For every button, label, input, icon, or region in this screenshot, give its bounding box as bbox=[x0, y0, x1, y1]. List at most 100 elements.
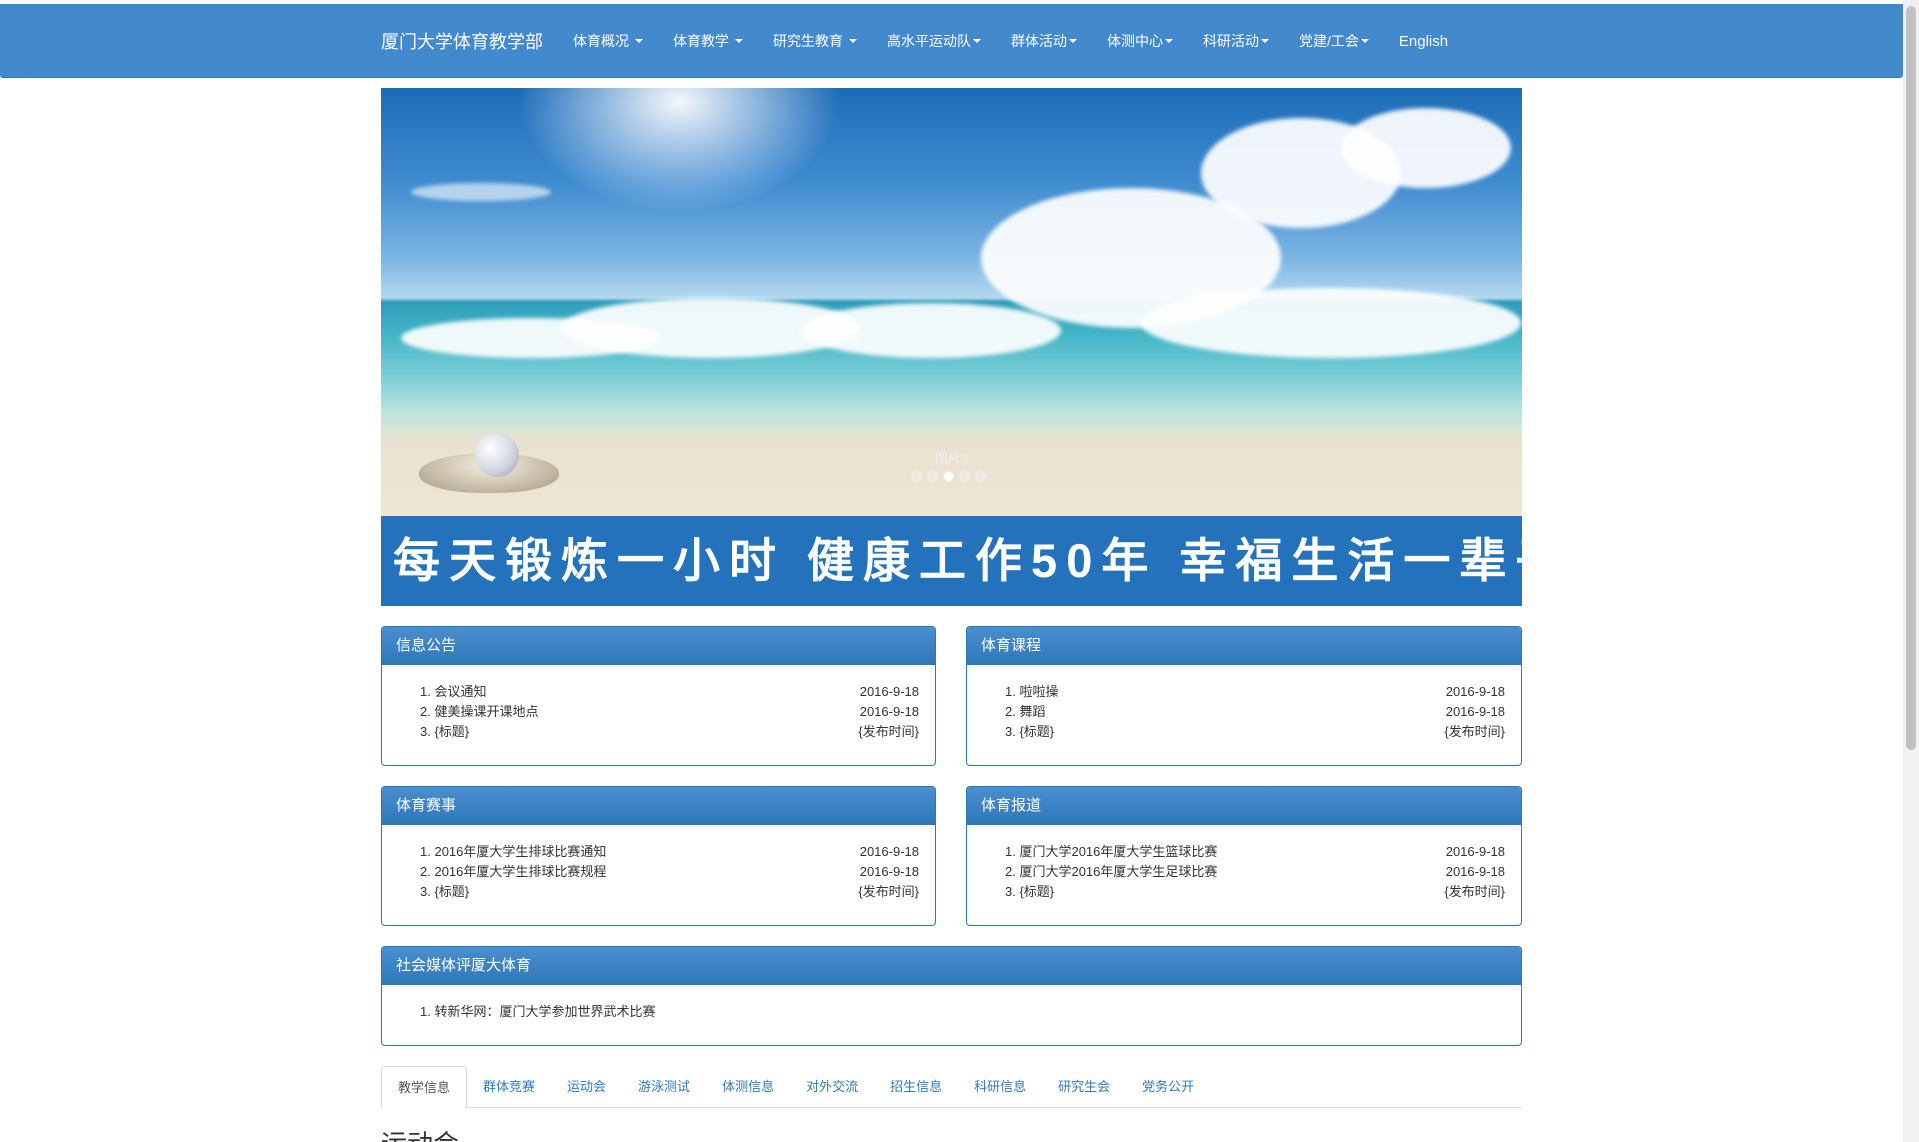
tab-party-affairs[interactable]: 党务公开 bbox=[1126, 1066, 1210, 1108]
item-date: {发布时间} bbox=[1444, 884, 1505, 899]
site-brand-link[interactable]: 厦门大学体育教学部 bbox=[381, 28, 543, 54]
tab-external-exchange[interactable]: 对外交流 bbox=[790, 1066, 874, 1108]
top-navbar: 厦门大学体育教学部 体育概况 体育教学 研究生教育 高水平运动队 群体活动 体测… bbox=[0, 4, 1903, 78]
item-title: 厦门大学2016年厦大学生篮球比赛 bbox=[1019, 844, 1218, 859]
nav-item-label: 体测中心 bbox=[1107, 33, 1163, 49]
section-title: 运动会 bbox=[381, 1124, 459, 1142]
cloud-shape bbox=[1341, 108, 1511, 188]
list-item: 2. 厦门大学2016年厦大学生足球比赛 2016-9-18 bbox=[983, 862, 1505, 882]
nav-item-overview[interactable]: 体育概况 bbox=[573, 31, 643, 51]
nav-item-graduate[interactable]: 研究生教育 bbox=[773, 31, 857, 51]
caret-down-icon bbox=[973, 39, 981, 43]
tab-swim-test[interactable]: 游泳测试 bbox=[622, 1066, 706, 1108]
caret-down-icon bbox=[635, 39, 643, 43]
tab-sports-meet[interactable]: 运动会 bbox=[551, 1066, 622, 1108]
list-item: 2. 2016年厦大学生排球比赛规程 2016-9-18 bbox=[398, 862, 919, 882]
list-item: 1. 厦门大学2016年厦大学生篮球比赛 2016-9-18 bbox=[983, 842, 1505, 862]
item-date: 2016-9-18 bbox=[1445, 864, 1505, 879]
list-item: 3. {标题} {发布时间} bbox=[398, 722, 919, 742]
carousel-dot[interactable] bbox=[927, 471, 938, 482]
carousel-dot[interactable] bbox=[959, 471, 970, 482]
carousel-dot[interactable] bbox=[911, 471, 922, 482]
item-title: 转新华网：厦门大学参加世界武术比赛 bbox=[434, 1004, 656, 1019]
nav-inner: 厦门大学体育教学部 体育概况 体育教学 研究生教育 高水平运动队 群体活动 体测… bbox=[381, 4, 1478, 78]
panel-body: 1. 2016年厦大学生排球比赛通知 2016-9-18 2. 2016年厦大学生… bbox=[382, 825, 935, 902]
cloud-shape bbox=[1141, 288, 1521, 358]
panel-title: 体育课程 bbox=[967, 627, 1521, 665]
nav-item-label: 科研活动 bbox=[1203, 33, 1259, 49]
list-item: 3. {标题} {发布时间} bbox=[983, 882, 1505, 902]
cloud-shape bbox=[411, 183, 551, 201]
item-title: {标题} bbox=[434, 884, 470, 899]
list-item: 3. {标题} {发布时间} bbox=[983, 722, 1505, 742]
tab-research-info[interactable]: 科研信息 bbox=[958, 1066, 1042, 1108]
item-link[interactable]: 1. 厦门大学2016年厦大学生篮球比赛 bbox=[983, 842, 1217, 862]
panel-title: 体育赛事 bbox=[382, 787, 935, 825]
nav-item-english[interactable]: English bbox=[1399, 33, 1448, 50]
item-link[interactable]: 3. {标题} bbox=[983, 882, 1054, 902]
item-link[interactable]: 2. 舞蹈 bbox=[983, 702, 1045, 722]
panel-body: 1. 会议通知 2016-9-18 2. 健美操课开课地点 2016-9-18 3.… bbox=[382, 665, 935, 742]
carousel-dot[interactable] bbox=[975, 471, 986, 482]
list-item: 1. 转新华网：厦门大学参加世界武术比赛 bbox=[398, 1002, 1505, 1022]
item-link[interactable]: 1. 转新华网：厦门大学参加世界武术比赛 bbox=[398, 1002, 655, 1022]
list-item: 2. 舞蹈 2016-9-18 bbox=[983, 702, 1505, 722]
nav-item-high-level-teams[interactable]: 高水平运动队 bbox=[887, 31, 981, 51]
scrollbar-thumb[interactable] bbox=[1906, 6, 1916, 750]
caret-down-icon bbox=[1069, 39, 1077, 43]
item-link[interactable]: 1. 2016年厦大学生排球比赛通知 bbox=[398, 842, 606, 862]
item-date: 2016-9-18 bbox=[1445, 684, 1505, 699]
item-date: {发布时间} bbox=[858, 724, 919, 739]
nav-item-label: 研究生教育 bbox=[773, 33, 843, 49]
item-title: 厦门大学2016年厦大学生足球比赛 bbox=[1019, 864, 1218, 879]
item-link[interactable]: 3. {标题} bbox=[398, 722, 469, 742]
panel-title: 社会媒体评厦大体育 bbox=[382, 947, 1521, 985]
nav-item-research[interactable]: 科研活动 bbox=[1203, 31, 1269, 51]
item-link[interactable]: 2. 2016年厦大学生排球比赛规程 bbox=[398, 862, 606, 882]
item-date: 2016-9-18 bbox=[859, 684, 919, 699]
nav-item-label: 体育教学 bbox=[673, 33, 729, 49]
panel-body: 1. 转新华网：厦门大学参加世界武术比赛 bbox=[382, 985, 1521, 1022]
item-link[interactable]: 3. {标题} bbox=[398, 882, 469, 902]
item-title: {标题} bbox=[1019, 884, 1055, 899]
nav-item-fitness-center[interactable]: 体测中心 bbox=[1107, 31, 1173, 51]
item-link[interactable]: 2. 厦门大学2016年厦大学生足球比赛 bbox=[983, 862, 1217, 882]
tab-graduate-union[interactable]: 研究生会 bbox=[1042, 1066, 1126, 1108]
hero-carousel[interactable]: 图片3 bbox=[381, 88, 1522, 516]
caret-down-icon bbox=[849, 39, 857, 43]
panel-title: 信息公告 bbox=[382, 627, 935, 665]
panel-body: 1. 厦门大学2016年厦大学生篮球比赛 2016-9-18 2. 厦门大学201… bbox=[967, 825, 1521, 902]
tab-fitness-info[interactable]: 体测信息 bbox=[706, 1066, 790, 1108]
item-date: {发布时间} bbox=[1444, 724, 1505, 739]
list-item: 3. {标题} {发布时间} bbox=[398, 882, 919, 902]
page-scrollbar[interactable] bbox=[1903, 0, 1919, 1142]
item-date: 2016-9-18 bbox=[859, 704, 919, 719]
item-link[interactable]: 1. 会议通知 bbox=[398, 682, 486, 702]
carousel-dot-active[interactable] bbox=[943, 471, 954, 482]
list-item: 1. 2016年厦大学生排球比赛通知 2016-9-18 bbox=[398, 842, 919, 862]
info-tabs: 教学信息 群体竞赛 运动会 游泳测试 体测信息 对外交流 招生信息 科研信息 研… bbox=[381, 1066, 1522, 1109]
carousel-indicators bbox=[911, 471, 986, 482]
tab-admissions[interactable]: 招生信息 bbox=[874, 1066, 958, 1108]
tab-teaching-info[interactable]: 教学信息 bbox=[381, 1066, 468, 1109]
item-title: 健美操课开课地点 bbox=[434, 704, 539, 719]
nav-item-teaching[interactable]: 体育教学 bbox=[673, 31, 743, 51]
caret-down-icon bbox=[1165, 39, 1173, 43]
item-link[interactable]: 2. 健美操课开课地点 bbox=[398, 702, 538, 722]
item-title: 会议通知 bbox=[434, 684, 487, 699]
item-date: 2016-9-18 bbox=[859, 864, 919, 879]
tab-group-competitions[interactable]: 群体竞赛 bbox=[467, 1066, 551, 1108]
panel-title: 体育报道 bbox=[967, 787, 1521, 825]
item-date: 2016-9-18 bbox=[1445, 844, 1505, 859]
item-title: 啦啦操 bbox=[1019, 684, 1059, 699]
item-link[interactable]: 3. {标题} bbox=[983, 722, 1054, 742]
nav-item-label: 党建/工会 bbox=[1299, 33, 1359, 49]
item-link[interactable]: 1. 啦啦操 bbox=[983, 682, 1058, 702]
panel-body: 1. 啦啦操 2016-9-18 2. 舞蹈 2016-9-18 3. {标题} {发… bbox=[967, 665, 1521, 742]
nav-item-group-activities[interactable]: 群体活动 bbox=[1011, 31, 1077, 51]
nav-item-party-union[interactable]: 党建/工会 bbox=[1299, 31, 1369, 51]
caret-down-icon bbox=[1261, 39, 1269, 43]
item-title: 2016年厦大学生排球比赛规程 bbox=[434, 864, 607, 879]
nav-item-label: 体育概况 bbox=[573, 33, 629, 49]
panel-courses: 体育课程 1. 啦啦操 2016-9-18 2. 舞蹈 2016-9-18 3. {… bbox=[966, 626, 1522, 766]
